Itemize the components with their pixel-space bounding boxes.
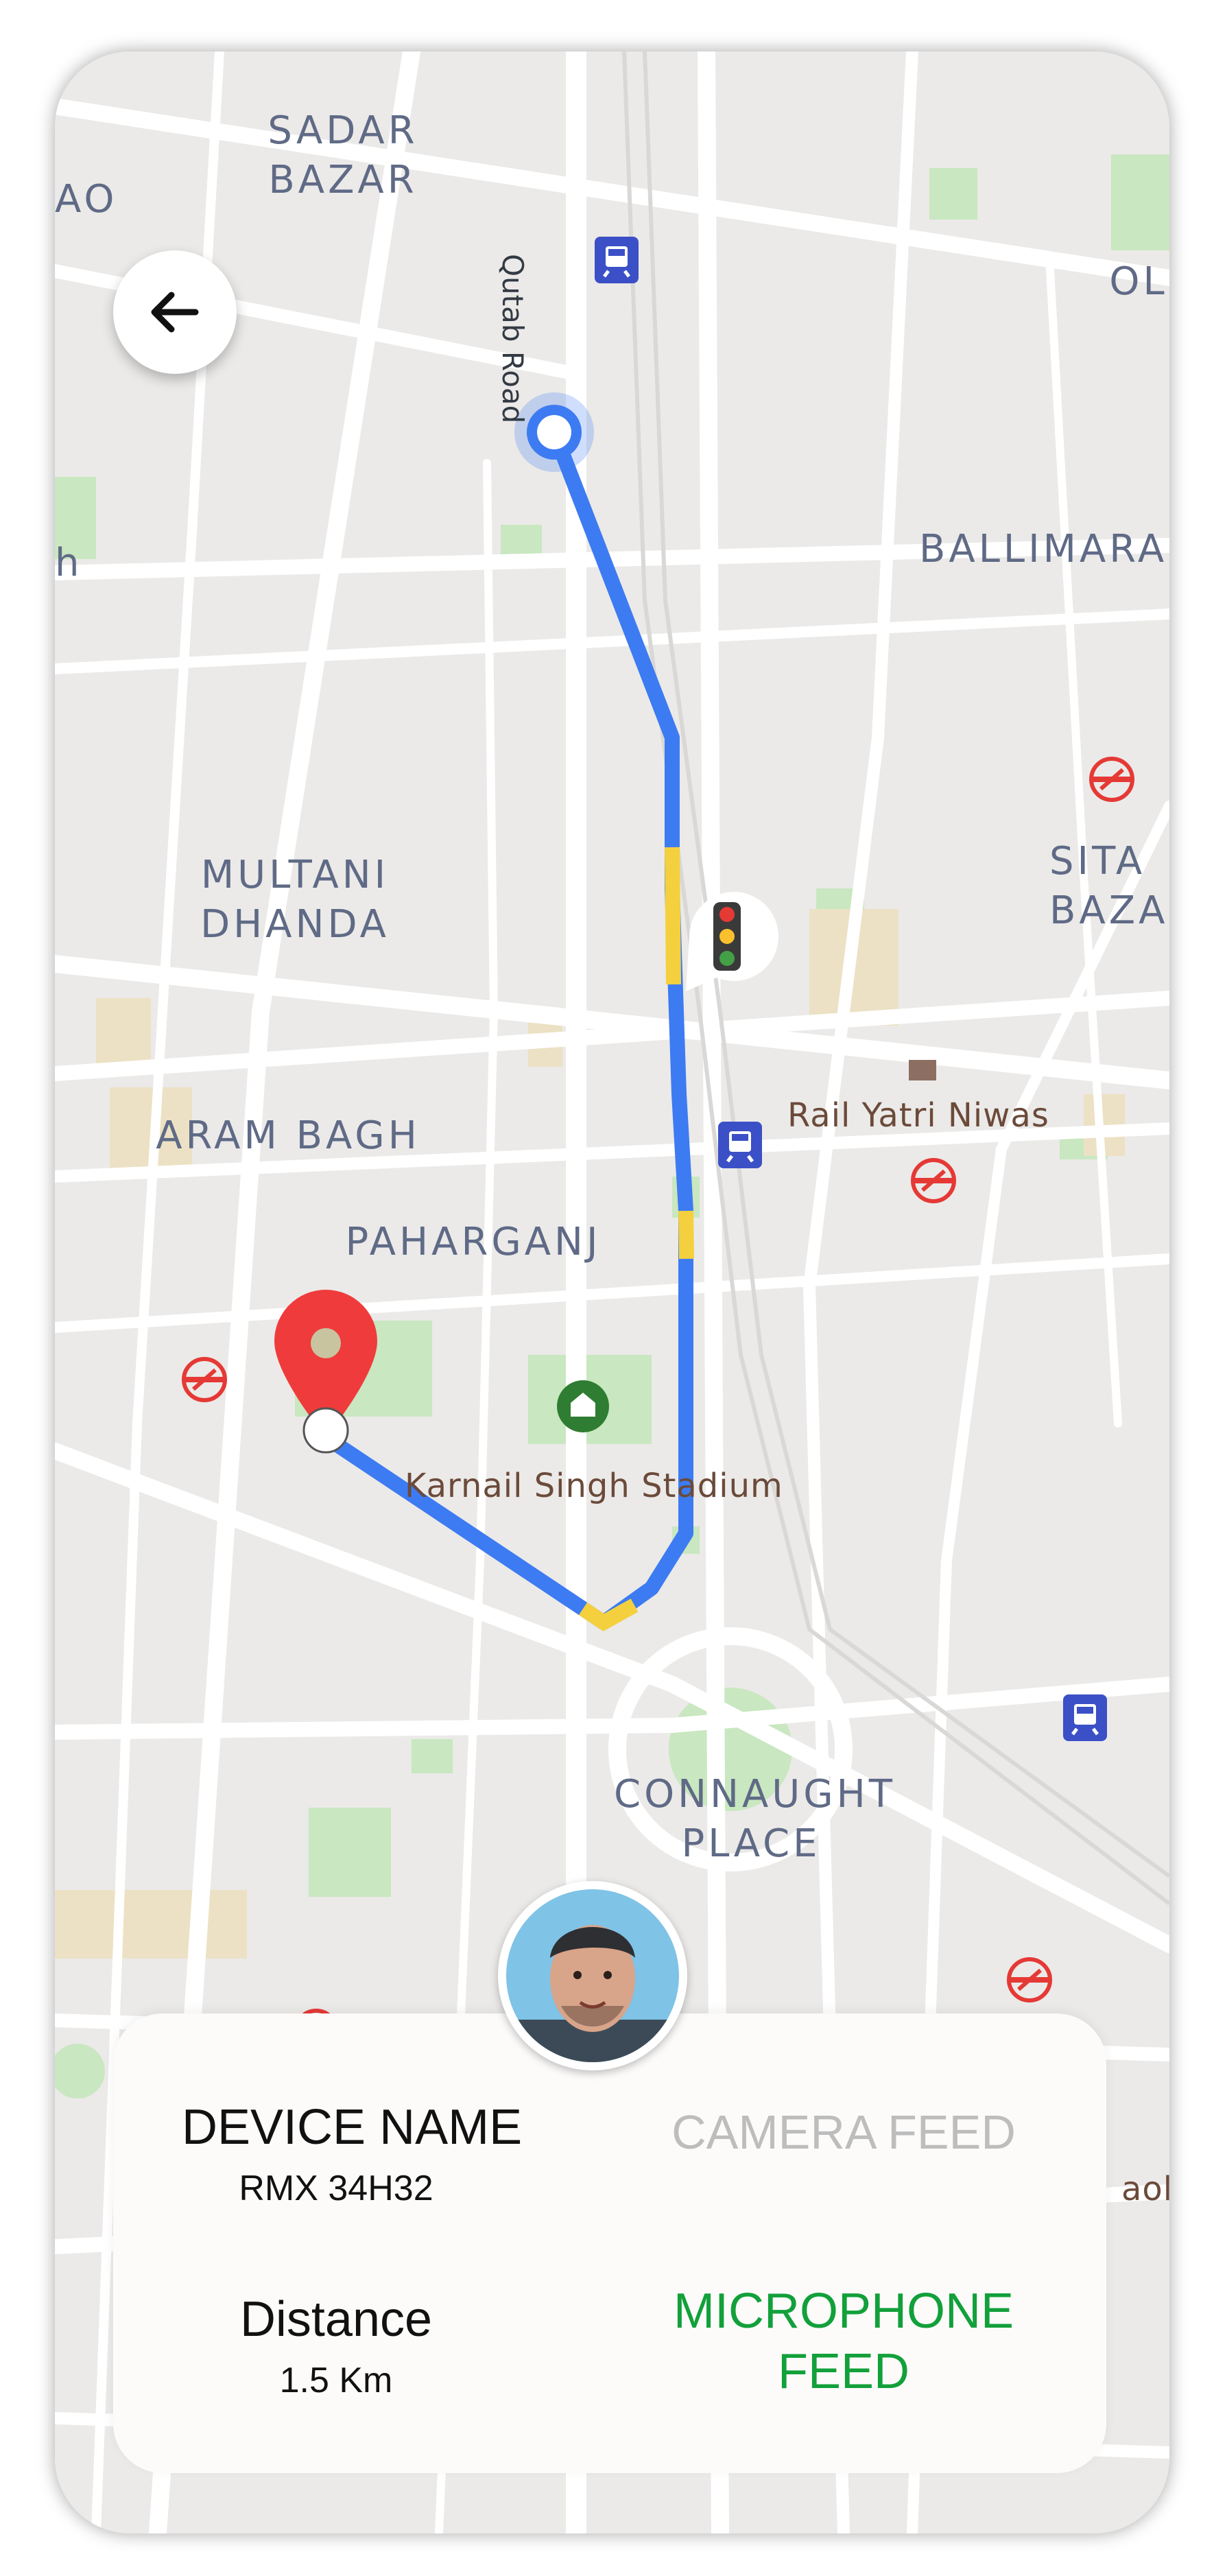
traffic-segment: [678, 1210, 694, 1260]
metro-logo-icon: [1007, 1957, 1052, 2002]
map-label-ol: OL: [1109, 259, 1168, 304]
metro-station-icon: [1063, 1694, 1107, 1741]
map-label-aram-bagh: ARAM BAGH: [156, 1113, 420, 1158]
camera-feed-button[interactable]: CAMERA FEED: [652, 2105, 1036, 2160]
avatar-image: [506, 1889, 679, 2062]
map-label-ballimaran: BALLIMARAN: [919, 527, 1169, 571]
metro-logo-icon: [1089, 757, 1134, 802]
hotel-icon: [909, 1060, 936, 1080]
map-label-aoli: aoli: [1121, 2170, 1169, 2208]
map-label-h: h: [55, 541, 83, 585]
metro-station-icon: [595, 237, 639, 283]
map-label-rail-yatri-niwas: Rail Yatri Niwas: [787, 1096, 1049, 1135]
metro-station-icon: [718, 1122, 762, 1168]
road-label-qutab-road: Qutab Road: [496, 254, 529, 424]
phone-screen: SADAR BAZAR AO OL h BALLIMARAN MULTANI D…: [55, 51, 1169, 2533]
device-info-card: [113, 2013, 1106, 2473]
map-label-connaught-place: CONNAUGHT PLACE: [614, 1772, 896, 1866]
back-button[interactable]: [113, 250, 237, 374]
device-name-value: RMX 34H32: [239, 2169, 433, 2208]
map-label-sita-bazar: SITA BAZA: [1049, 839, 1169, 933]
metro-logo-icon: [182, 1357, 227, 1402]
map-label-multani-dhanda: MULTANI DHANDA: [200, 853, 390, 947]
microphone-feed-button[interactable]: MICROPHONE FEED: [645, 2281, 1043, 2402]
distance-value: 1.5 Km: [279, 2361, 393, 2400]
map-label-ao: AO: [55, 177, 118, 222]
stadium-icon: [557, 1380, 609, 1432]
device-name-label: DEVICE NAME: [182, 2100, 523, 2155]
metro-logo-icon: [911, 1158, 956, 1203]
arrow-left-icon: [151, 292, 199, 333]
avatar[interactable]: [498, 1881, 687, 2070]
distance-label: Distance: [239, 2292, 433, 2347]
map-label-sadar-bazar: SADAR BAZAR: [267, 108, 418, 202]
traffic-segment: [665, 847, 681, 985]
map-label-karnail-singh-stadium: Karnail Singh Stadium: [405, 1467, 783, 1505]
map-label-paharganj: PAHARGANJ: [345, 1220, 602, 1264]
